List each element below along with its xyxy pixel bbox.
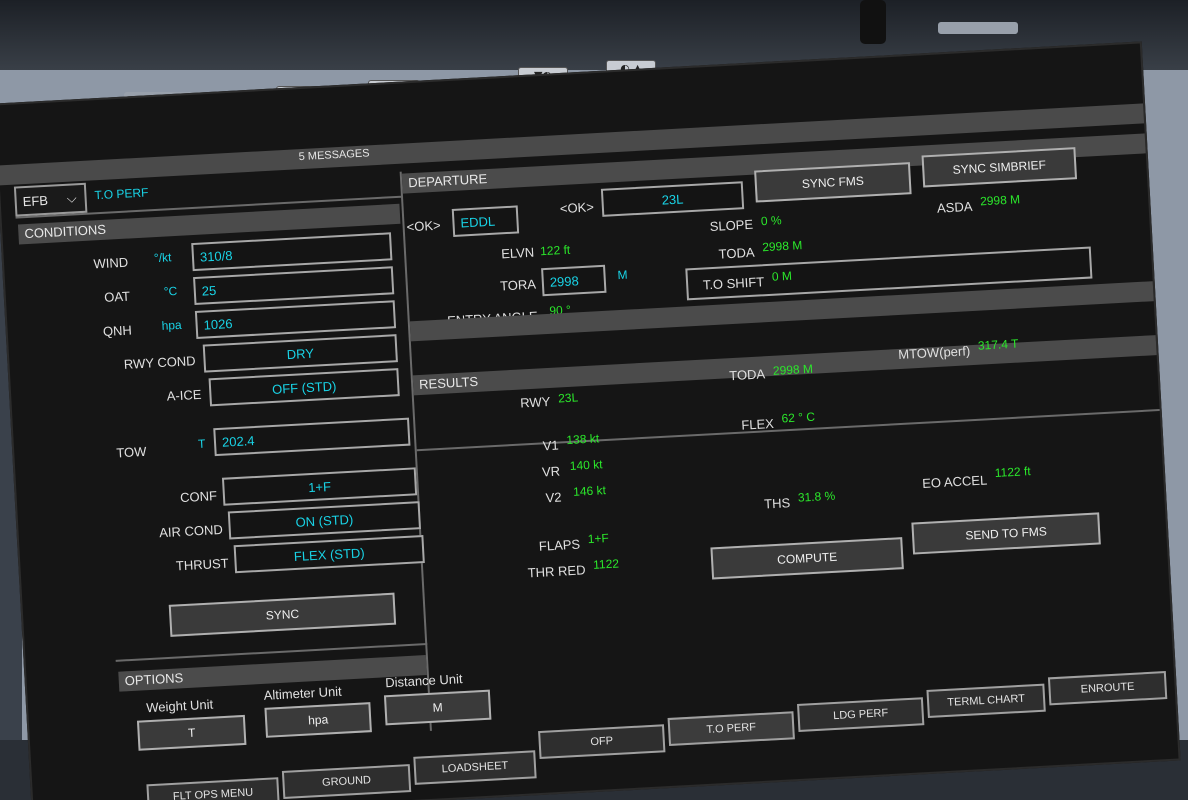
tab-ldg-perf[interactable]: LDG PERF [797,697,925,732]
altimeter-unit-select[interactable]: hpa [264,702,372,738]
eo-accel-label: EO ACCEL [921,472,988,491]
runway-ok-label: <OK> [559,199,595,217]
weight-unit-select[interactable]: T [136,714,247,751]
elvn-value: 122 ft [539,242,571,259]
rwy-result-label: RWY [519,393,551,411]
a-ice-select[interactable]: OFF (STD) [208,368,400,407]
asda-value: 2998 M [979,192,1021,209]
flaps-value: 1+F [587,530,610,547]
air-cond-select[interactable]: ON (STD) [227,501,422,540]
wind-label: WIND [93,254,129,272]
efb-menu-label: EFB [22,192,49,210]
panel-divider [399,171,432,731]
tow-label: TOW [115,443,147,461]
eo-accel-value: 1122 ft [994,464,1031,480]
distance-unit-select[interactable]: M [383,689,492,726]
to-shift-value: 0 M [771,268,793,284]
flex-value: 62 ° C [781,409,816,426]
airport-ok-label: <OK> [406,217,441,235]
efb-menu-dropdown[interactable]: EFB ⌵ [13,182,88,217]
vr-label: VR [541,463,561,480]
slope-label: SLOPE [709,216,754,235]
rwy-cond-select[interactable]: DRY [202,334,398,373]
tora-label: TORA [499,276,537,294]
v2-label: V2 [545,489,562,506]
a-ice-label: A-ICE [166,386,202,404]
vr-value: 140 kt [569,457,603,473]
tab-enroute[interactable]: ENROUTE [1047,671,1168,706]
tab-terml-chart[interactable]: TERML CHART [926,683,1046,718]
runway-input[interactable]: 23L [600,181,745,217]
bezel-slot [938,22,1018,34]
thr-red-value: 1122 [592,556,620,572]
toda-result-value: 2998 M [772,361,814,378]
flex-label: FLEX [740,415,775,433]
elvn-label: ELVN [500,244,535,262]
thrust-label: THRUST [175,555,229,574]
oat-label: OAT [103,288,131,305]
tora-unit: M [617,267,628,283]
thr-red-label: THR RED [527,562,586,581]
flaps-label: FLAPS [538,536,581,554]
qnh-input[interactable]: 1026 [194,300,397,339]
page-title: T.O PERF [94,185,149,203]
tab-loadsheet[interactable]: LOADSHEET [413,750,537,785]
distance-unit-label: Distance Unit [384,671,463,691]
efb-screen: 5 MESSAGES EFB ⌵ T.O PERF CONDITIONS WIN… [0,41,1181,800]
rwy-cond-label: RWY COND [123,353,196,372]
altimeter-unit-label: Altimeter Unit [263,683,343,703]
rwy-result-value: 23L [557,390,579,406]
conf-label: CONF [179,488,218,506]
tab-ofp[interactable]: OFP [538,724,666,760]
bezel-knob[interactable] [860,0,886,44]
slope-value: 0 % [760,213,782,229]
tora-input[interactable]: 2998 [541,264,607,297]
options-header: OPTIONS [118,655,427,692]
sync-button[interactable]: SYNC [168,592,397,637]
tow-unit: T [197,436,206,452]
weight-unit-label: Weight Unit [145,696,214,716]
tab-ground[interactable]: GROUND [281,764,412,799]
air-cond-label: AIR COND [158,521,224,541]
mtow-value: 317.4 T [977,336,1019,353]
airport-input[interactable]: EDDL [451,205,520,237]
v1-label: V1 [542,437,560,454]
tow-input[interactable]: 202.4 [213,417,411,457]
tab-flt-ops-menu[interactable]: FLT OPS MENU [146,777,280,800]
toda-value: 2998 M [761,238,803,255]
toda-result-label: TODA [728,366,766,384]
toda-label: TODA [718,244,755,262]
wind-input[interactable]: 310/8 [191,232,393,272]
qnh-label: QNH [102,322,133,340]
ths-value: 31.8 % [797,488,836,505]
ths-label: THS [763,495,791,512]
sync-simbrief-button[interactable]: SYNC SIMBRIEF [921,147,1078,188]
wind-unit: °/kt [153,250,172,266]
qnh-unit: hpa [161,317,183,333]
compute-button[interactable]: COMPUTE [710,537,904,580]
chevron-down-icon: ⌵ [66,190,77,206]
oat-input[interactable]: 25 [193,266,395,306]
v1-value: 138 kt [566,431,600,448]
conf-select[interactable]: 1+F [221,467,418,506]
asda-label: ASDA [936,198,973,216]
v2-value: 146 kt [572,483,607,499]
oat-unit: °C [163,283,178,299]
tab-to-perf[interactable]: T.O PERF [667,711,795,747]
thrust-select[interactable]: FLEX (STD) [233,535,425,574]
send-to-fms-button[interactable]: SEND TO FMS [911,512,1101,555]
